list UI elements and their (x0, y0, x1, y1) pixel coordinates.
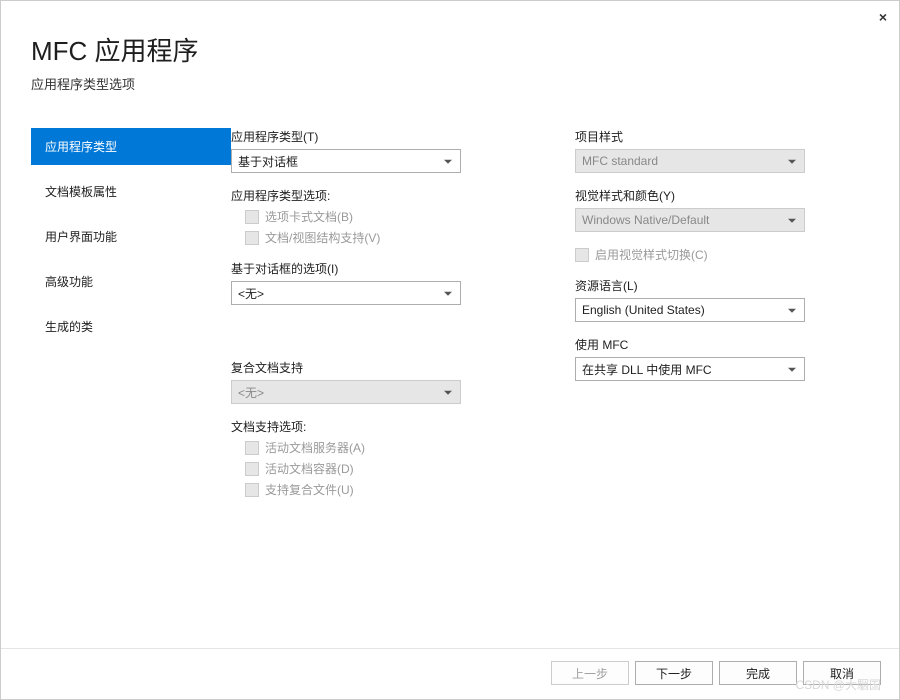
checkbox-row-active-container: 活动文档容器(D) (245, 460, 535, 477)
field-app-type: 应用程序类型(T) 基于对话框 (231, 128, 535, 173)
checkbox-row-tabbed-docs: 选项卡式文档(B) (245, 208, 535, 225)
checkbox-label-active-container: 活动文档容器(D) (265, 460, 354, 477)
label-visual-style: 视觉样式和颜色(Y) (575, 187, 879, 204)
next-button[interactable]: 下一步 (635, 661, 713, 685)
cancel-button[interactable]: 取消 (803, 661, 881, 685)
wizard-dialog: × MFC 应用程序 应用程序类型选项 应用程序类型 文档模板属性 用户界面功能… (0, 0, 900, 700)
checkbox-label-active-server: 活动文档服务器(A) (265, 439, 365, 456)
group-doc-support-options: 文档支持选项: 活动文档服务器(A) 活动文档容器(D) 支持复合文件(U) (231, 418, 535, 498)
field-visual-style: 视觉样式和颜色(Y) Windows Native/Default (575, 187, 879, 232)
field-use-mfc: 使用 MFC 在共享 DLL 中使用 MFC (575, 336, 879, 381)
finish-button[interactable]: 完成 (719, 661, 797, 685)
select-compound-support: <无> (231, 380, 461, 404)
content-area: 应用程序类型(T) 基于对话框 应用程序类型选项: 选项卡式文档(B) 文档/视… (231, 113, 879, 648)
label-doc-support-options: 文档支持选项: (231, 418, 535, 435)
checkbox-label-support-compound: 支持复合文件(U) (265, 481, 354, 498)
group-app-type-options: 应用程序类型选项: 选项卡式文档(B) 文档/视图结构支持(V) (231, 187, 535, 246)
page-subtitle: 应用程序类型选项 (31, 74, 869, 93)
left-column: 应用程序类型(T) 基于对话框 应用程序类型选项: 选项卡式文档(B) 文档/视… (231, 128, 535, 648)
page-title: MFC 应用程序 (31, 31, 869, 68)
select-visual-style: Windows Native/Default (575, 208, 805, 232)
checkbox-label-visual-switch: 启用视觉样式切换(C) (595, 246, 708, 263)
sidebar-item-doc-template[interactable]: 文档模板属性 (31, 173, 231, 210)
checkbox-active-server (245, 441, 259, 455)
wizard-sidebar: 应用程序类型 文档模板属性 用户界面功能 高级功能 生成的类 (1, 113, 231, 648)
select-use-mfc[interactable]: 在共享 DLL 中使用 MFC (575, 357, 805, 381)
checkbox-tabbed-docs (245, 210, 259, 224)
checkbox-docview (245, 231, 259, 245)
close-icon[interactable]: × (879, 9, 887, 25)
checkbox-label-docview: 文档/视图结构支持(V) (265, 229, 380, 246)
checkbox-row-docview: 文档/视图结构支持(V) (245, 229, 535, 246)
field-resource-lang: 资源语言(L) English (United States) (575, 277, 879, 322)
sidebar-item-app-type[interactable]: 应用程序类型 (31, 128, 231, 165)
checkbox-support-compound (245, 483, 259, 497)
select-dialog-options[interactable]: <无> (231, 281, 461, 305)
field-dialog-options: 基于对话框的选项(I) <无> (231, 260, 535, 305)
dialog-body: 应用程序类型 文档模板属性 用户界面功能 高级功能 生成的类 应用程序类型(T)… (1, 113, 899, 648)
checkbox-active-container (245, 462, 259, 476)
label-resource-lang: 资源语言(L) (575, 277, 879, 294)
checkbox-row-active-server: 活动文档服务器(A) (245, 439, 535, 456)
label-use-mfc: 使用 MFC (575, 336, 879, 353)
dialog-footer: 上一步 下一步 完成 取消 (1, 648, 899, 699)
select-app-type[interactable]: 基于对话框 (231, 149, 461, 173)
sidebar-item-advanced[interactable]: 高级功能 (31, 263, 231, 300)
field-compound-support: 复合文档支持 <无> (231, 359, 535, 404)
label-compound-support: 复合文档支持 (231, 359, 535, 376)
label-app-type-options: 应用程序类型选项: (231, 187, 535, 204)
field-project-style: 项目样式 MFC standard (575, 128, 879, 173)
sidebar-item-ui-features[interactable]: 用户界面功能 (31, 218, 231, 255)
select-project-style: MFC standard (575, 149, 805, 173)
checkbox-row-support-compound: 支持复合文件(U) (245, 481, 535, 498)
checkbox-visual-switch (575, 248, 589, 262)
checkbox-label-tabbed-docs: 选项卡式文档(B) (265, 208, 353, 225)
label-dialog-options: 基于对话框的选项(I) (231, 260, 535, 277)
dialog-header: MFC 应用程序 应用程序类型选项 (1, 1, 899, 113)
sidebar-item-generated-classes[interactable]: 生成的类 (31, 308, 231, 345)
label-project-style: 项目样式 (575, 128, 879, 145)
label-app-type: 应用程序类型(T) (231, 128, 535, 145)
checkbox-row-visual-switch: 启用视觉样式切换(C) (575, 246, 879, 263)
prev-button: 上一步 (551, 661, 629, 685)
right-column: 项目样式 MFC standard 视觉样式和颜色(Y) Windows Nat… (575, 128, 879, 648)
select-resource-lang[interactable]: English (United States) (575, 298, 805, 322)
